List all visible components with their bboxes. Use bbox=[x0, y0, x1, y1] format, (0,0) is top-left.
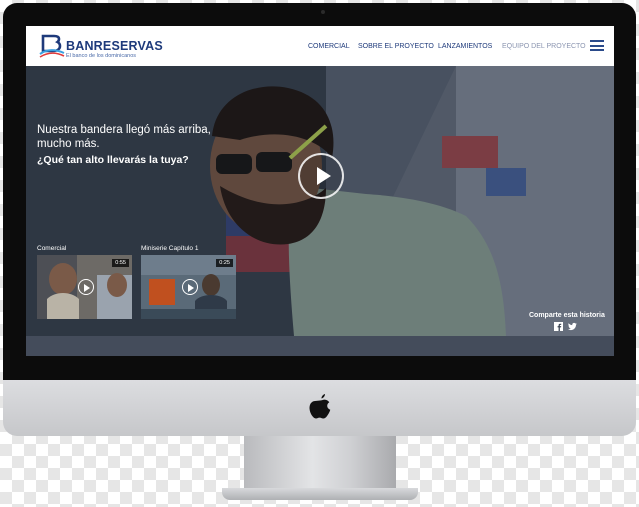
hamburger-icon[interactable] bbox=[590, 40, 604, 51]
video-thumbnail-comercial[interactable]: 0:55 bbox=[37, 255, 132, 319]
twitter-icon[interactable] bbox=[568, 322, 577, 331]
nav-lanzamientos[interactable]: LANZAMIENTOS bbox=[438, 43, 492, 50]
video-label-miniserie[interactable]: Miniserie Capítulo 1 bbox=[141, 245, 198, 252]
play-icon[interactable] bbox=[182, 279, 198, 295]
camera-dot bbox=[321, 10, 325, 14]
video-thumbnail-miniserie[interactable]: 0:25 bbox=[141, 255, 236, 319]
website-screen: BANRESERVAS El banco de los dominicanos … bbox=[26, 26, 614, 356]
facebook-icon[interactable] bbox=[554, 322, 563, 331]
play-icon[interactable] bbox=[78, 279, 94, 295]
nav-equipo-del-proyecto[interactable]: EQUIPO DEL PROYECTO bbox=[502, 43, 586, 50]
monitor-stand bbox=[244, 436, 396, 492]
apple-logo-icon bbox=[309, 394, 331, 419]
video-duration: 0:55 bbox=[112, 259, 129, 267]
brand-name: BANRESERVAS bbox=[66, 39, 163, 53]
site-header: BANRESERVAS El banco de los dominicanos … bbox=[26, 26, 614, 66]
hero-title: Nuestra bandera llegó más arriba, mucho … bbox=[37, 124, 211, 150]
screen-bottom-strip bbox=[26, 336, 614, 356]
nav-sobre-el-proyecto[interactable]: SOBRE EL PROYECTO bbox=[358, 43, 434, 50]
hero-subtitle: ¿Qué tan alto llevarás la tuya? bbox=[37, 154, 189, 166]
share-label: Comparte esta historia bbox=[529, 312, 605, 319]
banreservas-logo-icon[interactable] bbox=[39, 34, 65, 58]
main-video-play-button[interactable] bbox=[298, 153, 344, 199]
hero-section: Nuestra bandera llegó más arriba, mucho … bbox=[26, 66, 614, 336]
brand-tagline: El banco de los dominicanos bbox=[66, 53, 137, 59]
video-label-comercial[interactable]: Comercial bbox=[37, 245, 66, 252]
video-duration: 0:25 bbox=[216, 259, 233, 267]
monitor-stand-base bbox=[222, 488, 418, 500]
nav-comercial[interactable]: COMERCIAL bbox=[308, 43, 350, 50]
